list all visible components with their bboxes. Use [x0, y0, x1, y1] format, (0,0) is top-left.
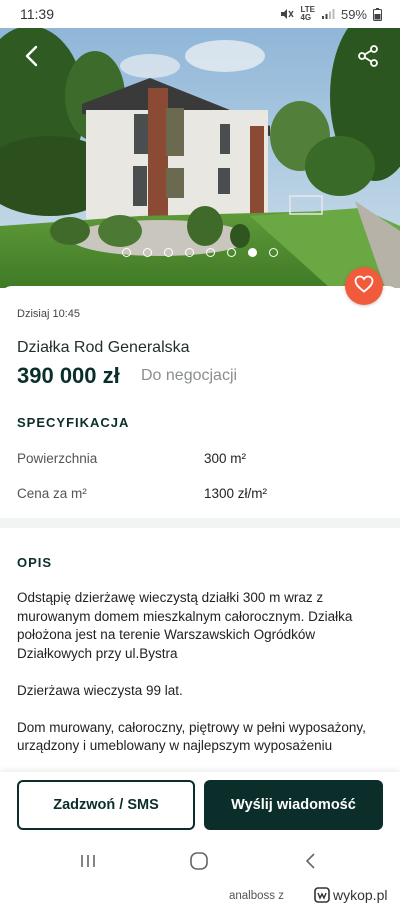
back-icon — [304, 852, 318, 875]
status-icons: LTE 4G 59% — [280, 6, 382, 22]
signal-icon — [321, 8, 335, 20]
gallery-dot[interactable] — [143, 248, 152, 257]
listing-title: Działka Rod Generalska — [17, 339, 190, 356]
description-heading: OPIS — [17, 555, 53, 570]
listing-date: Dzisiaj 10:45 — [17, 308, 80, 320]
status-time: 11:39 — [20, 6, 54, 22]
watermark-username: analboss — [229, 890, 276, 902]
network-indicator: LTE 4G — [300, 6, 315, 22]
heart-icon — [354, 275, 374, 298]
watermark-connector: z — [278, 890, 284, 902]
gallery-dot[interactable] — [269, 248, 278, 257]
negotiable-label: Do negocjacji — [141, 367, 238, 384]
system-navigation-bar — [0, 842, 400, 884]
recent-apps-icon — [79, 853, 97, 874]
spec-label: Powierzchnia — [17, 451, 98, 466]
listing-price: 390 000 zł — [17, 363, 120, 388]
call-sms-button[interactable]: Zadzwoń / SMS — [17, 780, 195, 830]
photo-gallery[interactable] — [0, 26, 400, 288]
share-icon — [356, 44, 380, 68]
status-bar: 11:39 LTE 4G 59% — [0, 0, 400, 28]
section-divider — [0, 518, 400, 528]
back-button[interactable] — [12, 36, 52, 76]
wykop-logo: wykop.pl — [314, 887, 387, 903]
back-arrow-icon — [22, 44, 42, 68]
network-sublabel: 4G — [300, 13, 312, 22]
home-icon — [189, 851, 209, 876]
watermark-site: wykop.pl — [333, 887, 388, 903]
watermark-user: analboss z — [229, 890, 284, 902]
gallery-dot[interactable] — [122, 248, 131, 257]
watermark: analboss z wykop.pl — [0, 884, 400, 908]
gallery-dot[interactable] — [227, 248, 236, 257]
gallery-dot[interactable] — [164, 248, 173, 257]
listing-screen: 11:39 LTE 4G 59% Dzisiaj 10:45 Działka R… — [0, 0, 400, 908]
battery-icon — [373, 7, 382, 21]
share-button[interactable] — [348, 36, 388, 76]
battery-level: 59% — [340, 6, 367, 22]
spec-value: 1300 zł/m² — [204, 486, 268, 501]
spec-value: 300 m² — [204, 451, 247, 466]
gallery-dot[interactable] — [206, 248, 215, 257]
send-message-button[interactable]: Wyślij wiadomość — [204, 780, 383, 830]
gallery-pagination — [0, 248, 400, 257]
system-back-button[interactable] — [291, 850, 331, 876]
action-bar: Zadzwoń / SMS Wyślij wiadomość — [0, 772, 400, 842]
spec-label: Cena za m² — [17, 486, 87, 501]
mute-icon — [280, 8, 294, 20]
description-paragraph: Odstąpię dzierżawę wieczystą działki 300… — [17, 590, 353, 661]
gallery-dot[interactable] — [185, 248, 194, 257]
description-paragraph: Dzierżawa wieczysta 99 lat. — [17, 682, 183, 698]
gallery-dot[interactable] — [248, 248, 257, 257]
description-text[interactable]: Odstąpię dzierżawę wieczystą działki 300… — [17, 589, 385, 772]
favorite-button[interactable] — [345, 267, 383, 305]
home-button[interactable] — [179, 850, 219, 876]
specs-heading: SPECYFIKACJA — [17, 415, 130, 430]
wykop-logo-icon — [314, 887, 330, 903]
description-paragraph: Dom murowany, całoroczny, piętrowy w peł… — [17, 719, 366, 754]
recent-apps-button[interactable] — [68, 850, 108, 876]
